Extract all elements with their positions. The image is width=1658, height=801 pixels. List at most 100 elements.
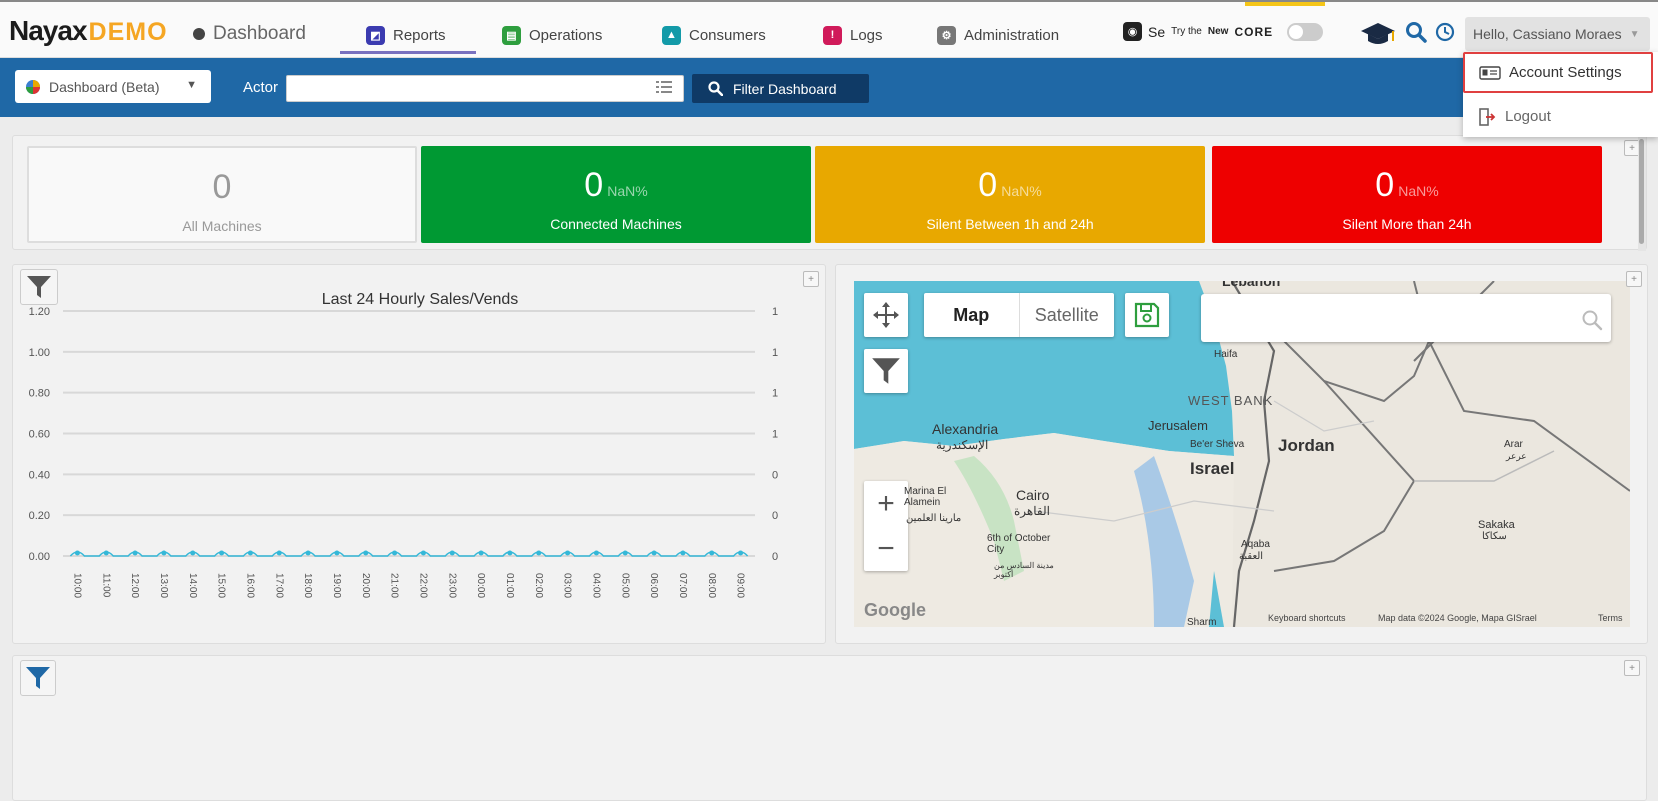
nav-operations[interactable]: ▤ Operations (502, 21, 602, 49)
zoom-out-button[interactable]: − (877, 526, 895, 571)
dashboard-toolbar: Dashboard (Beta) ▼ Actor Filter Dashboar… (0, 58, 1658, 117)
reports-icon: ◩ (366, 25, 385, 45)
pie-chart-icon (26, 79, 40, 94)
stat-silent-1h-24h[interactable]: 0 NaN% Silent Between 1h and 24h (815, 146, 1205, 243)
y2-tick-label: 0 (772, 469, 778, 481)
map-pan-button[interactable] (864, 293, 908, 337)
data-point (103, 550, 109, 556)
logout-icon (1479, 107, 1496, 126)
map-label-haifa: Haifa (1214, 349, 1238, 360)
map-label-el-alamein-ar: مارينا العلمين (906, 513, 962, 524)
x-tick-label: 08:00 (706, 573, 717, 598)
map-label-lebanon: Lebanon (1222, 281, 1281, 289)
map-search-icon[interactable] (1581, 309, 1603, 331)
try-core-prefix: Se (1148, 23, 1166, 40)
map-label-jordan: Jordan (1278, 436, 1335, 455)
filter-icon (26, 667, 50, 689)
map-type-satellite[interactable]: Satellite (1018, 293, 1115, 337)
caret-down-icon: ▼ (186, 79, 197, 91)
map-label-arar: Arar (1504, 439, 1523, 450)
page-title: Dashboard (213, 23, 306, 44)
data-point (507, 550, 513, 556)
map-type-map[interactable]: Map (924, 293, 1019, 337)
google-map[interactable]: Map Satellite + − Lebanon Haifa WEST BAN… (854, 281, 1630, 627)
stat-all-machines[interactable]: 0 All Machines (27, 146, 417, 243)
clock-icon[interactable] (1435, 22, 1455, 42)
stats-scrollbar[interactable] (1638, 136, 1646, 251)
logout-label: Logout (1505, 108, 1551, 125)
data-point (449, 550, 455, 556)
nav-reports[interactable]: ◩ Reports (366, 21, 446, 49)
data-point (738, 550, 744, 556)
search-icon[interactable] (1405, 21, 1427, 43)
machines-map-panel: Map Satellite + − Lebanon Haifa WEST BAN… (835, 264, 1648, 644)
map-label-aqaba: Aqaba (1241, 539, 1270, 550)
core-toggle[interactable] (1287, 22, 1324, 41)
zoom-in-button[interactable]: + (877, 481, 895, 526)
map-label-october-city: 6th of October City (987, 533, 1051, 555)
keyboard-shortcuts-link[interactable]: Keyboard shortcuts (1268, 613, 1346, 623)
collapse-bottom-button[interactable]: + (1624, 660, 1640, 676)
nayax-logo[interactable]: NayaxDEMO (9, 15, 168, 47)
map-zoom-control: + − (864, 481, 908, 571)
y2-tick-label: 0 (772, 510, 778, 522)
nav-logs[interactable]: ! Logs (823, 21, 883, 49)
id-card-icon (1479, 65, 1501, 80)
try-new-core[interactable]: ◉ Se Try the New CORE (1123, 22, 1324, 41)
x-tick-label: 19:00 (331, 573, 342, 598)
account-settings-item[interactable]: Account Settings (1463, 52, 1653, 93)
terms-link[interactable]: Terms (1598, 613, 1623, 623)
x-tick-label: 14:00 (187, 573, 198, 598)
stat-value: 0 NaN% (978, 166, 1042, 204)
x-tick-label: 00:00 (475, 573, 486, 598)
administration-icon: ⚙ (937, 25, 956, 45)
user-menu[interactable]: Hello, Cassiano Moraes ▼ (1465, 17, 1650, 51)
nav-administration-label: Administration (964, 26, 1060, 44)
map-save-button[interactable] (1125, 293, 1169, 337)
nav-consumers[interactable]: ▲ Consumers (662, 21, 766, 49)
data-point (74, 550, 80, 556)
x-tick-label: 07:00 (677, 573, 688, 598)
data-point (536, 550, 542, 556)
data-point (363, 550, 369, 556)
x-tick-label: 16:00 (244, 573, 255, 598)
collapse-chart-button[interactable]: + (803, 271, 819, 287)
logout-item[interactable]: Logout (1463, 96, 1653, 137)
x-tick-label: 12:00 (129, 573, 140, 598)
actor-input[interactable] (286, 75, 684, 102)
x-tick-label: 22:00 (417, 573, 428, 598)
x-tick-label: 20:00 (360, 573, 371, 598)
stat-silent-more-24h[interactable]: 0 NaN% Silent More than 24h (1212, 146, 1602, 243)
map-filter-button[interactable] (864, 349, 908, 393)
x-tick-label: 01:00 (504, 573, 515, 598)
google-logo: Google (864, 600, 926, 620)
data-point (651, 550, 657, 556)
list-icon[interactable] (656, 80, 672, 94)
chevron-down-icon: ▼ (1629, 28, 1640, 40)
try-core-new: New (1207, 26, 1229, 37)
user-greeting: Hello, Cassiano Moraes (1473, 26, 1622, 42)
map-label-sharm: Sharm (1187, 617, 1217, 627)
map-label-israel: Israel (1190, 459, 1235, 478)
nav-logs-label: Logs (850, 26, 883, 44)
logs-icon: ! (823, 25, 842, 45)
stat-connected-machines[interactable]: 0 NaN% Connected Machines (421, 146, 811, 243)
filter-icon (872, 358, 900, 384)
map-type-toggle[interactable]: Map Satellite (924, 293, 1114, 337)
top-navigation: NayaxDEMO Dashboard ◩ Reports ▤ Operatio… (0, 0, 1658, 58)
data-point (190, 550, 196, 556)
scrollbar-thumb[interactable] (1639, 139, 1644, 244)
collapse-map-button[interactable]: + (1626, 271, 1642, 287)
dashboard-select[interactable]: Dashboard (Beta) ▼ (15, 70, 211, 103)
graduation-cap-icon[interactable] (1360, 20, 1396, 48)
filter-dashboard-button[interactable]: Filter Dashboard (692, 74, 869, 103)
nav-administration[interactable]: ⚙ Administration (937, 21, 1059, 49)
y2-tick-label: 0 (772, 551, 778, 563)
x-tick-label: 06:00 (648, 573, 659, 598)
map-label-sakaka-ar: سكاكا (1482, 531, 1507, 542)
map-search-input[interactable] (1201, 294, 1611, 342)
core-highlight-bar (1245, 2, 1325, 6)
y-tick-label: 0.80 (29, 388, 50, 400)
bottom-filter-button[interactable] (20, 660, 56, 696)
map-label-beer-sheva: Be'er Sheva (1190, 439, 1245, 450)
